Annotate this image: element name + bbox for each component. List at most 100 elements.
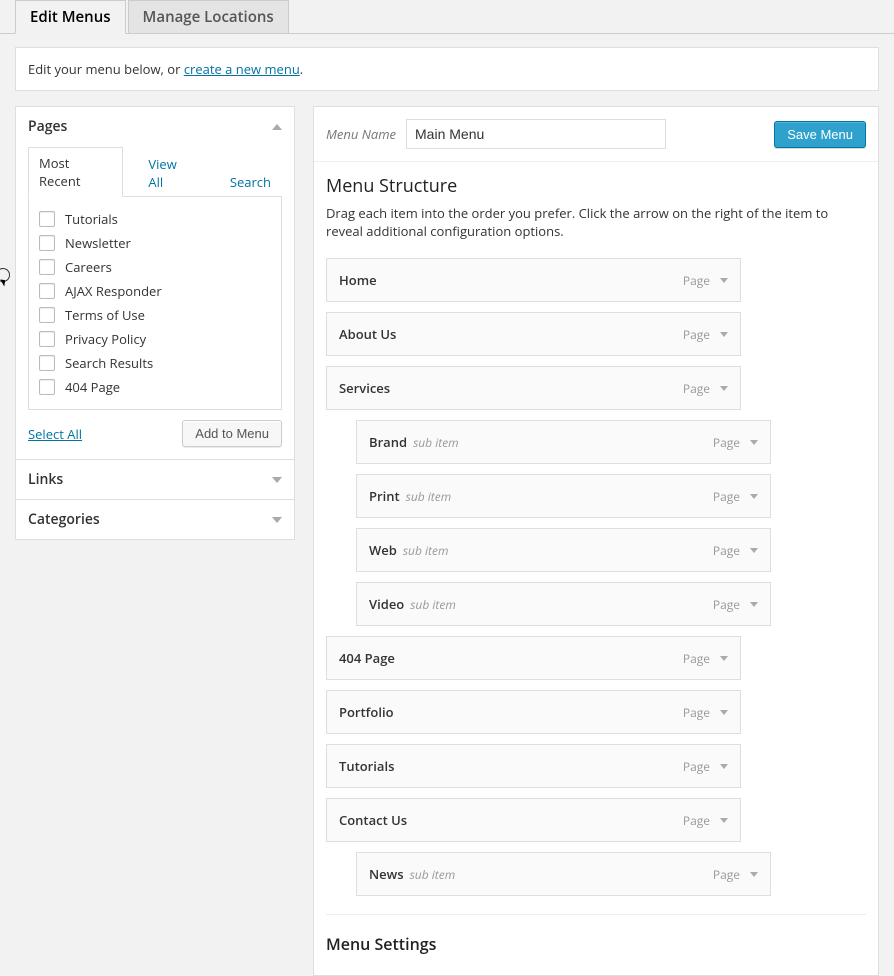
chevron-down-icon[interactable]: [750, 548, 758, 553]
menu-item-row[interactable]: Print sub item Page: [356, 474, 771, 518]
menu-item-type: Page: [713, 542, 740, 559]
pages-metabox: Pages Most Recent View All Search Tutori…: [15, 106, 295, 460]
menu-item-type: Page: [683, 650, 710, 667]
select-all-link[interactable]: Select All: [28, 425, 82, 443]
page-list-item[interactable]: Tutorials: [39, 207, 271, 231]
menu-item-row[interactable]: Video sub item Page: [356, 582, 771, 626]
menu-item-subitem-label: sub item: [410, 866, 456, 883]
chevron-down-icon: [272, 517, 282, 523]
page-checkbox[interactable]: [39, 355, 55, 371]
page-label: AJAX Responder: [65, 282, 162, 300]
categories-metabox-title: Categories: [28, 510, 100, 529]
chevron-down-icon[interactable]: [720, 656, 728, 661]
chevron-down-icon[interactable]: [720, 710, 728, 715]
menu-item-subitem-label: sub item: [406, 488, 452, 505]
menu-item-row[interactable]: Portfolio Page: [326, 690, 741, 734]
menu-item-title: Video: [369, 595, 404, 613]
menu-item-type: Page: [683, 326, 710, 343]
categories-metabox-header[interactable]: Categories: [16, 500, 294, 539]
menu-item-type: Page: [713, 596, 740, 613]
page-label: Tutorials: [65, 210, 118, 228]
menu-items: HomePageAbout UsPageServicesPageBrandsub…: [326, 258, 866, 896]
page-list-item[interactable]: Newsletter: [39, 231, 271, 255]
page-checkbox[interactable]: [39, 283, 55, 299]
chevron-down-icon[interactable]: [750, 494, 758, 499]
links-metabox-header[interactable]: Links: [16, 460, 294, 499]
menu-item-row[interactable]: ServicesPage: [326, 366, 741, 410]
menu-item-type: Page: [683, 758, 710, 775]
menu-item-subitem-label: sub item: [410, 596, 456, 613]
menu-item-title: Web: [369, 541, 397, 559]
page-label: Privacy Policy: [65, 330, 146, 348]
chevron-down-icon[interactable]: [750, 872, 758, 877]
tab-manage-locations[interactable]: Manage Locations: [128, 0, 289, 33]
menu-structure-desc: Drag each item into the order you prefer…: [326, 204, 866, 240]
page-label: Search Results: [65, 354, 153, 372]
menu-item-title: Print: [369, 487, 400, 505]
pages-metabox-header[interactable]: Pages: [16, 107, 294, 146]
menu-item-title: 404 Page: [339, 649, 395, 667]
menu-item-row[interactable]: Tutorials Page: [326, 744, 741, 788]
menu-item-type: Page: [683, 272, 710, 289]
page-label: Careers: [65, 258, 112, 276]
menu-item-type: Page: [713, 434, 740, 451]
page-label: 404 Page: [65, 378, 120, 396]
page-list-item[interactable]: AJAX Responder: [39, 279, 271, 303]
menu-settings-title: Menu Settings: [326, 933, 866, 955]
page-checkbox[interactable]: [39, 307, 55, 323]
menu-item-title: Home: [339, 271, 377, 289]
subtab-view-all[interactable]: View All: [137, 148, 204, 197]
chevron-down-icon[interactable]: [720, 764, 728, 769]
chevron-down-icon[interactable]: [720, 386, 728, 391]
nav-tabs: Edit Menus Manage Locations: [0, 0, 894, 34]
page-label: Terms of Use: [65, 306, 145, 324]
menu-item-subitem-label: sub item: [413, 434, 459, 451]
page-list-item[interactable]: Privacy Policy: [39, 327, 271, 351]
menu-item-row[interactable]: Contact UsPage: [326, 798, 741, 842]
subtab-search[interactable]: Search: [219, 166, 282, 197]
menu-item-title: Brand: [369, 433, 407, 451]
page-list-item[interactable]: Terms of Use: [39, 303, 271, 327]
tab-edit-menus[interactable]: Edit Menus: [15, 0, 126, 34]
page-checkbox[interactable]: [39, 331, 55, 347]
menu-item-type: Page: [713, 488, 740, 505]
menu-item-title: Tutorials: [339, 757, 394, 775]
menu-item-row[interactable]: 404 Page Page: [326, 636, 741, 680]
menu-name-label: Menu Name: [326, 125, 396, 143]
chevron-down-icon: [272, 477, 282, 483]
menu-item-type: Page: [683, 380, 710, 397]
menu-structure-title: Menu Structure: [326, 174, 866, 198]
menu-item-type: Page: [683, 812, 710, 829]
chevron-down-icon[interactable]: [750, 602, 758, 607]
page-checkbox[interactable]: [39, 379, 55, 395]
info-text-prefix: Edit your menu below, or: [28, 60, 184, 78]
links-metabox: Links: [15, 459, 295, 500]
categories-metabox: Categories: [15, 499, 295, 540]
create-new-menu-link[interactable]: create a new menu: [184, 60, 300, 78]
menu-item-type: Page: [683, 704, 710, 721]
page-list-item[interactable]: 404 Page: [39, 375, 271, 399]
chevron-down-icon[interactable]: [720, 332, 728, 337]
page-label: Newsletter: [65, 234, 131, 252]
chevron-down-icon[interactable]: [750, 440, 758, 445]
menu-item-type: Page: [713, 866, 740, 883]
page-list: Tutorials Newsletter Careers AJAX Responder…: [28, 197, 282, 410]
page-checkbox[interactable]: [39, 259, 55, 275]
page-list-item[interactable]: Careers: [39, 255, 271, 279]
add-to-menu-button[interactable]: Add to Menu: [182, 420, 282, 447]
menu-item-row[interactable]: Brand sub item Page: [356, 420, 771, 464]
page-list-item[interactable]: Search Results: [39, 351, 271, 375]
menu-item-title: Portfolio: [339, 703, 394, 721]
chevron-down-icon[interactable]: [720, 278, 728, 283]
menu-item-row[interactable]: Home Page: [326, 258, 741, 302]
menu-item-row[interactable]: Web sub item Page: [356, 528, 771, 572]
subtab-most-recent[interactable]: Most Recent: [28, 147, 123, 197]
chevron-down-icon[interactable]: [720, 818, 728, 823]
menu-item-row[interactable]: Newssub itemPage: [356, 852, 771, 896]
menu-name-input[interactable]: [406, 119, 666, 149]
menu-item-row[interactable]: About UsPage: [326, 312, 741, 356]
save-menu-button[interactable]: Save Menu: [774, 121, 866, 148]
page-checkbox[interactable]: [39, 235, 55, 251]
page-checkbox[interactable]: [39, 211, 55, 227]
menu-item-subitem-label: sub item: [403, 542, 449, 559]
